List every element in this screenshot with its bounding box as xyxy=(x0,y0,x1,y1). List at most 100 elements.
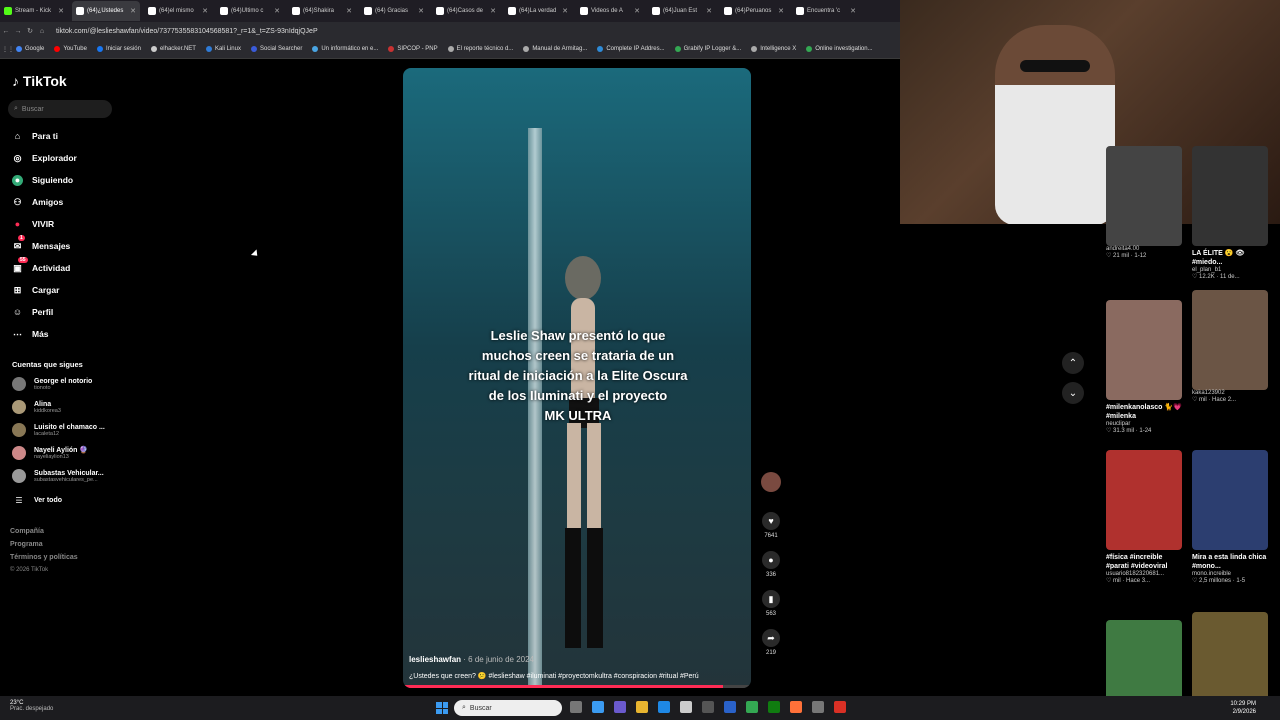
footer-link[interactable]: Programa xyxy=(10,541,43,548)
browser-tab[interactable]: Stream - Kick ✕ xyxy=(0,1,68,21)
author-name[interactable]: leslieshawfan xyxy=(409,655,461,664)
teams-icon[interactable] xyxy=(614,701,626,713)
video-card[interactable]: #milenkanolasco 🐈💗 #milenka neuclipar ♡ 31… xyxy=(1106,300,1182,434)
start-button[interactable] xyxy=(436,702,448,714)
close-icon[interactable]: ✕ xyxy=(778,7,784,15)
sidebar-item[interactable]: ▣ Actividad 55 xyxy=(12,257,122,276)
video-thumbnail[interactable] xyxy=(1192,146,1268,246)
sidebar-item[interactable]: ✉ Mensajes 1 xyxy=(12,235,122,254)
forward-icon[interactable]: → xyxy=(12,28,24,35)
video-player[interactable]: Leslie Shaw presentó lo que muchos creen … xyxy=(403,68,751,688)
bookmark-item[interactable]: Un informático en e... xyxy=(312,46,378,52)
close-icon[interactable]: ✕ xyxy=(58,7,64,15)
next-video-button[interactable]: ⌄ xyxy=(1062,382,1084,404)
browser-tab[interactable]: (64)el mismo ✕ xyxy=(144,1,212,21)
followed-account[interactable]: Alina kiddkorea3 xyxy=(12,397,122,417)
sidebar-item[interactable]: ⊞ Cargar xyxy=(12,282,122,298)
like-button[interactable]: ♥ 7641 xyxy=(760,512,782,539)
app-icon-2[interactable] xyxy=(812,701,824,713)
vscode-icon[interactable] xyxy=(724,701,736,713)
video-thumbnail[interactable] xyxy=(1106,450,1182,550)
author-avatar[interactable] xyxy=(760,472,782,492)
taskbar-search[interactable]: ⌕ Buscar xyxy=(454,700,562,716)
system-clock[interactable]: 10:29 PM 2/9/2026 xyxy=(1230,700,1256,716)
weather-widget[interactable]: 23°C Prac. despejado xyxy=(10,700,53,712)
see-all-link[interactable]: ☰ Ver todo xyxy=(12,490,122,510)
apps-icon[interactable]: ⋮⋮ xyxy=(0,46,16,53)
video-thumbnail[interactable] xyxy=(1106,146,1182,246)
video-card[interactable]: andreita4.00 ♡ 21 mil · 1-12 xyxy=(1106,146,1182,259)
bookmark-item[interactable]: SIPCOP - PNP xyxy=(388,46,438,52)
footer-link[interactable]: Compañía xyxy=(10,528,44,535)
browser-tab[interactable]: (64)Ultimo c ✕ xyxy=(216,1,284,21)
sidebar-item[interactable]: ● Siguiendo xyxy=(12,172,122,188)
close-icon[interactable]: ✕ xyxy=(490,7,496,15)
reload-icon[interactable]: ↻ xyxy=(24,27,36,35)
bookmark-item[interactable]: Intelligence X xyxy=(751,46,796,52)
bookmark-item[interactable]: Iniciar sesión xyxy=(96,46,141,52)
bookmark-item[interactable]: YouTube xyxy=(54,46,87,52)
home-icon[interactable]: ⌂ xyxy=(36,28,48,35)
video-thumbnail[interactable] xyxy=(1192,450,1268,550)
bookmark-item[interactable]: El reporte técnico d... xyxy=(447,46,513,52)
search-input[interactable]: ⌕ Buscar xyxy=(8,100,112,118)
video-card[interactable]: kaka123902 ♡ mil · Hace 2... xyxy=(1192,290,1268,403)
bookmark-item[interactable]: Manual de Armitag... xyxy=(523,46,587,52)
footer-link[interactable]: Términos y políticas xyxy=(10,554,78,561)
bookmark-item[interactable]: Online investigation... xyxy=(806,46,873,52)
bookmark-item[interactable]: Google xyxy=(16,46,44,52)
file-explorer-icon[interactable] xyxy=(636,701,648,713)
save-button[interactable]: ▮ 563 xyxy=(760,590,782,617)
close-icon[interactable]: ✕ xyxy=(202,7,208,15)
close-icon[interactable]: ✕ xyxy=(706,7,712,15)
chrome-icon[interactable] xyxy=(746,701,758,713)
browser-tab[interactable]: (64)¿Ustedes ✕ xyxy=(72,1,140,21)
close-icon[interactable]: ✕ xyxy=(418,7,424,15)
sidebar-item[interactable]: ⋯ Más xyxy=(12,326,122,342)
share-button[interactable]: ➦ 219 xyxy=(760,629,782,656)
bookmark-item[interactable]: Kali Linux xyxy=(205,46,241,52)
browser-tab[interactable]: (64)Casos de ✕ xyxy=(432,1,500,21)
close-icon[interactable]: ✕ xyxy=(850,7,856,15)
video-progress-bar[interactable] xyxy=(403,685,751,688)
browser-tab[interactable]: (64)Peruanos ✕ xyxy=(720,1,788,21)
video-thumbnail[interactable] xyxy=(1192,290,1268,390)
sidebar-item[interactable]: ⌂ Para ti xyxy=(12,128,122,144)
close-icon[interactable]: ✕ xyxy=(346,7,352,15)
video-thumbnail[interactable] xyxy=(1106,300,1182,400)
close-icon[interactable]: ✕ xyxy=(562,7,568,15)
browser-tab[interactable]: (64)La verdad ✕ xyxy=(504,1,572,21)
store-icon[interactable] xyxy=(680,701,692,713)
sidebar-item[interactable]: ⚇ Amigos xyxy=(12,194,122,210)
close-icon[interactable]: ✕ xyxy=(130,7,136,15)
firefox-icon[interactable] xyxy=(790,701,802,713)
previous-video-button[interactable]: ⌃ xyxy=(1062,352,1084,374)
followed-account[interactable]: Nayeli Aylión 🔮 nayeliaylion13 xyxy=(12,443,122,463)
bookmark-item[interactable]: elhacker.NET xyxy=(150,46,196,52)
video-author[interactable]: leslieshawfan · 6 de junio de 2024 xyxy=(409,655,534,664)
followed-account[interactable]: Subastas Vehicular... subastasvehiculares… xyxy=(12,466,122,486)
close-icon[interactable]: ✕ xyxy=(274,7,280,15)
comment-button[interactable]: ● 336 xyxy=(760,551,782,578)
followed-account[interactable]: George el notorio tionoto xyxy=(12,374,122,394)
url-input[interactable]: tiktok.com/@leslieshawfan/video/73775355… xyxy=(56,28,318,35)
xbox-icon[interactable] xyxy=(768,701,780,713)
app-icon[interactable] xyxy=(702,701,714,713)
task-view-icon[interactable] xyxy=(570,701,582,713)
sidebar-item[interactable]: ● VIVIR xyxy=(12,216,122,232)
bookmark-item[interactable]: Grabify IP Logger &... xyxy=(674,46,741,52)
video-card[interactable]: #física #increible #parati #videoviral us… xyxy=(1106,450,1182,584)
bookmark-item[interactable]: Social Searcher xyxy=(250,46,302,52)
tiktok-logo[interactable]: ♪ TikTok xyxy=(12,73,67,89)
browser-tab[interactable]: Videos de A ✕ xyxy=(576,1,644,21)
copilot-icon[interactable] xyxy=(592,701,604,713)
followed-account[interactable]: Luisito el chamaco ... lacaleta12 xyxy=(12,420,122,440)
back-icon[interactable]: ← xyxy=(0,28,12,35)
chrome-2-icon[interactable] xyxy=(834,701,846,713)
video-card[interactable]: LA ÉLITE 😮 👁 #miedo... el_plan_b1 ♡ 12.2K … xyxy=(1192,146,1268,280)
sidebar-item[interactable]: ◎ Explorador xyxy=(12,150,122,166)
browser-tab[interactable]: (64)Shakira ✕ xyxy=(288,1,356,21)
video-card[interactable]: Mira a esta linda chica #mono... mono.inc… xyxy=(1192,450,1268,584)
edge-icon[interactable] xyxy=(658,701,670,713)
browser-tab[interactable]: Encuentra 'c ✕ xyxy=(792,1,860,21)
